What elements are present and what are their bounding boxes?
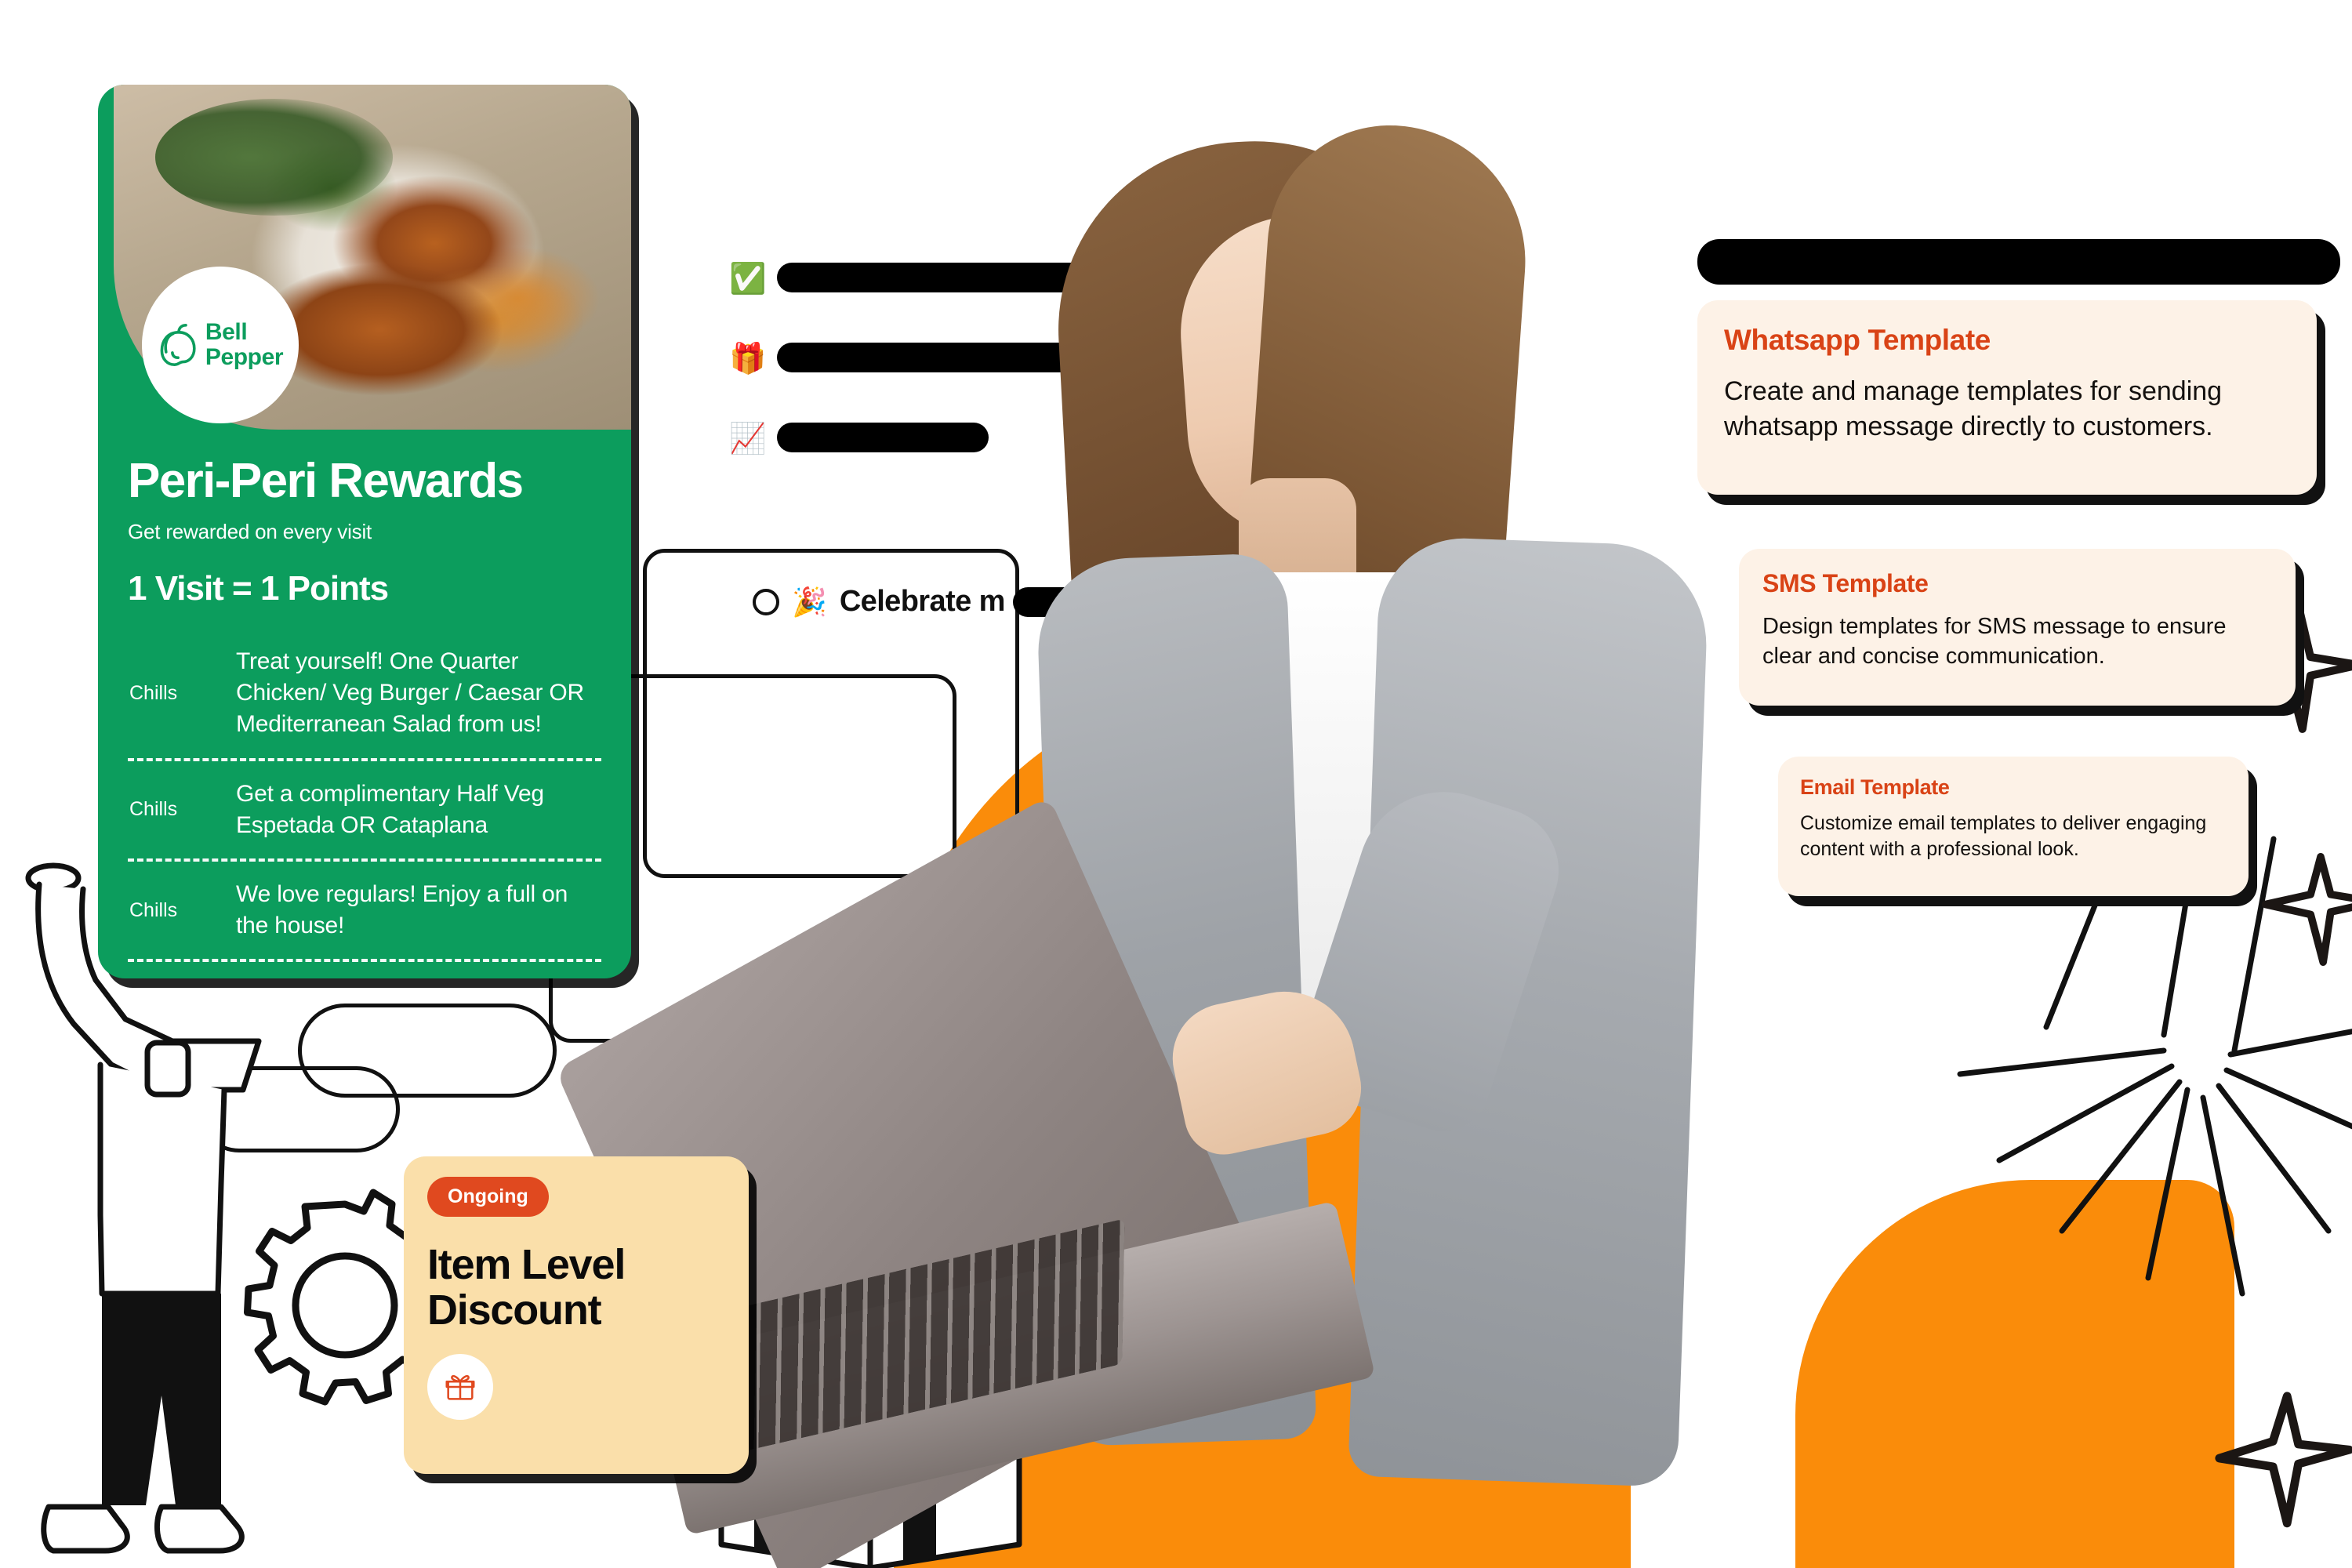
check-mark-icon: ✅ <box>729 263 767 296</box>
item-level-discount-card[interactable]: Ongoing Item Level Discount <box>404 1156 749 1474</box>
chart-increasing-icon: 📈 <box>729 423 767 456</box>
reward-list: Chills Treat yourself! One Quarter Chick… <box>128 626 601 963</box>
star-icon <box>2215 1392 2352 1528</box>
poster-canvas: Bell Pepper Peri-Peri Rewards Get reward… <box>0 0 2352 1568</box>
reward-tier: Chills <box>129 681 178 704</box>
loyalty-card-body: Peri-Peri Rewards Get rewarded on every … <box>98 453 631 963</box>
gift-icon <box>445 1374 475 1400</box>
discount-title-line2: Discount <box>427 1287 602 1334</box>
reward-description: We love regulars! Enjoy a full on the ho… <box>236 880 568 939</box>
status-badge: Ongoing <box>427 1177 549 1217</box>
reward-row: Chills Treat yourself! One Quarter Chick… <box>128 626 601 761</box>
reward-row: Chills We love regulars! Enjoy a full on… <box>128 862 601 963</box>
gift-icon: 🎁 <box>729 343 767 376</box>
star-icon <box>2261 853 2352 966</box>
reward-row: Chills Get a complimentary Half Veg Espe… <box>128 761 601 862</box>
discount-title: Item Level Discount <box>427 1242 725 1334</box>
party-popper-icon: 🎉 <box>792 585 827 618</box>
loyalty-program-card[interactable]: Bell Pepper Peri-Peri Rewards Get reward… <box>98 85 631 978</box>
loyalty-points-rate: 1 Visit = 1 Points <box>128 569 389 608</box>
reward-tier: Chills <box>129 798 178 821</box>
discount-title-line1: Item Level <box>427 1241 626 1288</box>
loyalty-subtitle: Get rewarded on every visit <box>128 520 372 543</box>
reward-description: Get a complimentary Half Veg Espetada OR… <box>236 780 544 838</box>
card-title: Email Template <box>1800 775 1950 799</box>
brand-logo-badge: Bell Pepper <box>142 267 299 423</box>
card-description: Customize email templates to deliver eng… <box>1800 812 2207 860</box>
gift-icon-circle <box>427 1353 493 1420</box>
reward-description: Treat yourself! One Quarter Chicken/ Veg… <box>236 648 585 738</box>
brand-name: Bell Pepper <box>205 319 284 370</box>
reward-tier: Chills <box>129 898 178 921</box>
radio-button[interactable] <box>753 588 779 615</box>
hero-photo-woman-with-laptop <box>555 117 1850 1568</box>
bell-pepper-icon <box>160 324 196 367</box>
loyalty-title: Peri-Peri Rewards <box>128 454 524 508</box>
